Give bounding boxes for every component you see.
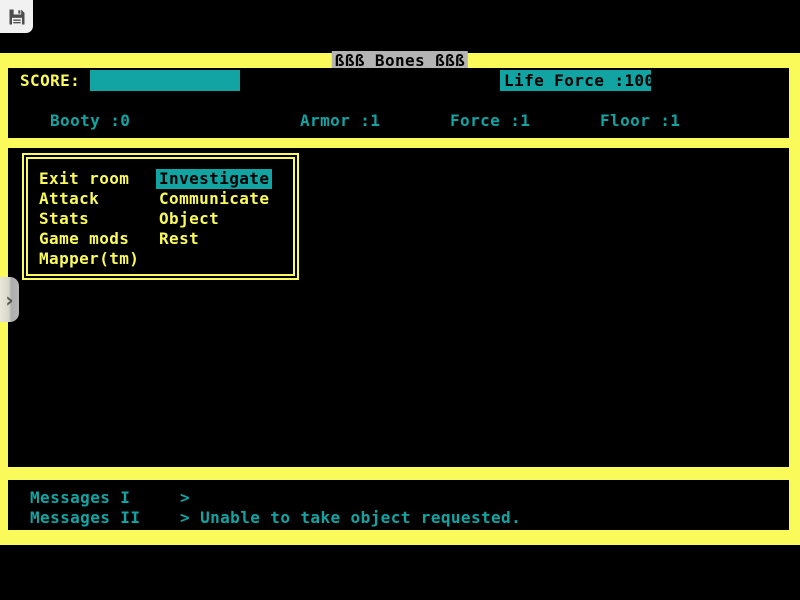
messages-2-text: > Unable to take object requested. <box>180 508 521 528</box>
menu-item-communicate[interactable]: Communicate <box>159 189 272 209</box>
score-label: SCORE: <box>20 71 80 91</box>
menu-column-right: Investigate Communicate Object Rest <box>148 169 272 274</box>
status-panel: SCORE: 0 Life Force :100 Booty :0 Armor … <box>8 68 789 138</box>
game-frame: ßßß Bones ßßß SCORE: 0 Life Force :100 B… <box>0 53 800 545</box>
command-menu-inner: Exit room Attack Stats Game mods Mapper(… <box>26 157 295 276</box>
command-menu: Exit room Attack Stats Game mods Mapper(… <box>22 153 299 280</box>
menu-item-mapper[interactable]: Mapper(tm) <box>39 249 148 269</box>
menu-item-rest[interactable]: Rest <box>159 229 272 249</box>
messages-2-label: Messages II <box>30 508 140 528</box>
stat-force: Force :1 <box>450 111 530 131</box>
menu-item-investigate[interactable]: Investigate <box>159 169 272 189</box>
messages-1-label: Messages I <box>30 488 130 508</box>
floppy-disk-icon <box>7 7 27 27</box>
messages-1-text: > <box>180 488 190 508</box>
menu-column-left: Exit room Attack Stats Game mods Mapper(… <box>28 169 148 274</box>
menu-item-game-mods[interactable]: Game mods <box>39 229 148 249</box>
menu-item-object[interactable]: Object <box>159 209 272 229</box>
drawer-handle[interactable]: › <box>0 277 19 322</box>
score-bar: 0 <box>90 70 240 91</box>
menu-item-stats[interactable]: Stats <box>39 209 148 229</box>
stat-armor: Armor :1 <box>300 111 380 131</box>
menu-item-attack[interactable]: Attack <box>39 189 148 209</box>
main-panel: Exit room Attack Stats Game mods Mapper(… <box>8 148 789 467</box>
save-button[interactable] <box>0 0 33 33</box>
messages-panel: Messages I > Messages II > Unable to tak… <box>8 480 789 530</box>
stat-booty: Booty :0 <box>50 111 130 131</box>
score-value: 0 <box>220 92 230 111</box>
stat-floor: Floor :1 <box>600 111 680 131</box>
menu-item-exit-room[interactable]: Exit room <box>39 169 148 189</box>
life-force-badge: Life Force :100 <box>500 70 651 91</box>
chevron-right-icon: › <box>5 290 13 310</box>
